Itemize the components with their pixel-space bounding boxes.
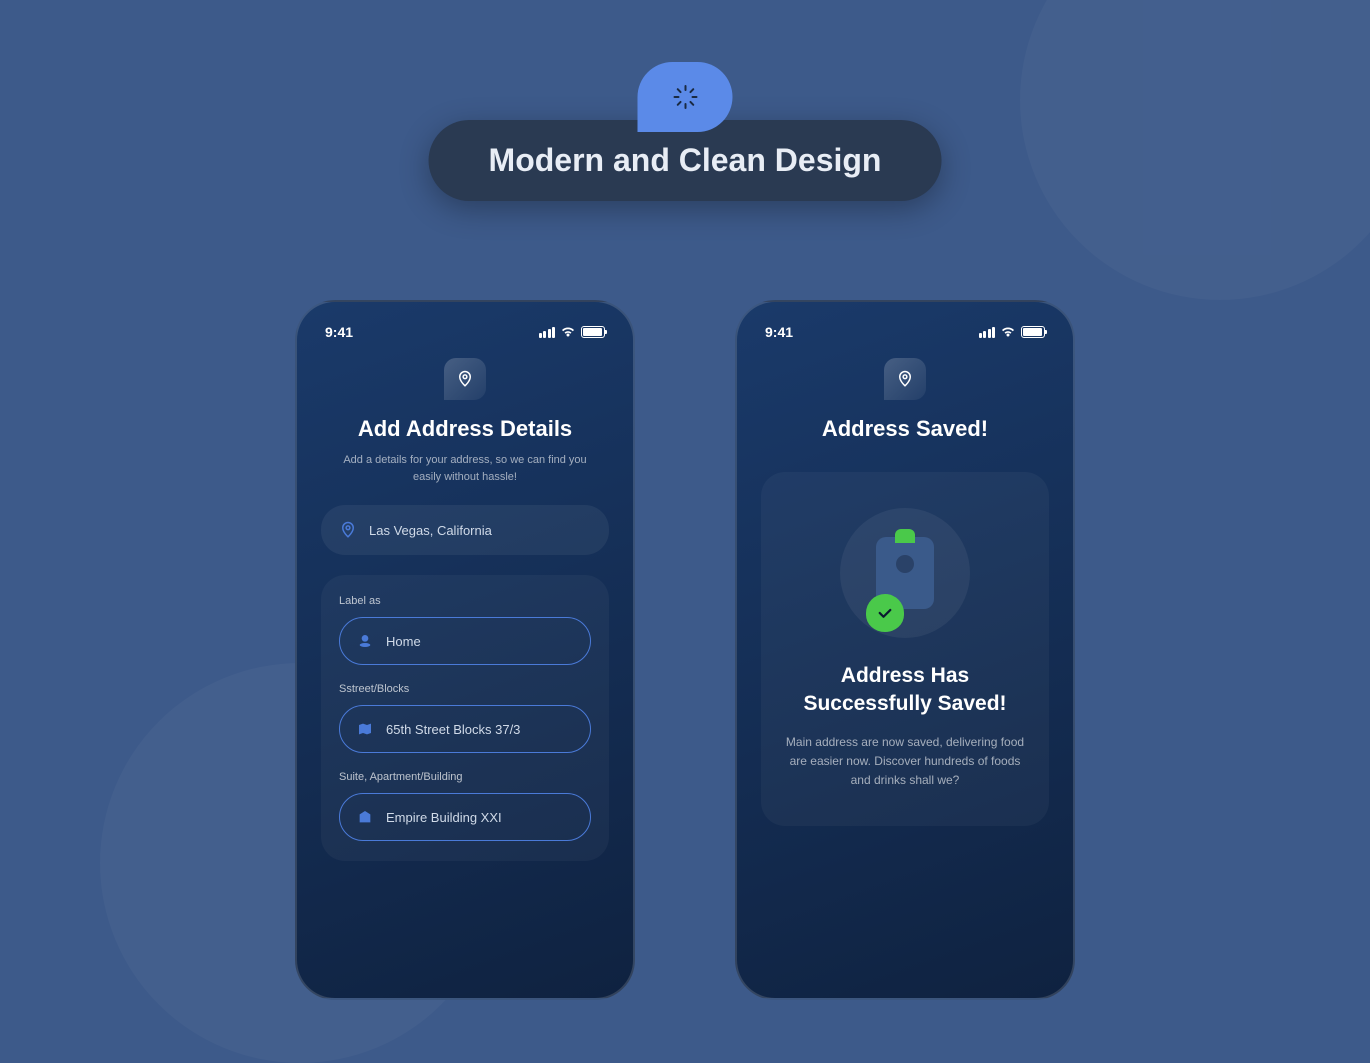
location-text: Las Vegas, California	[369, 523, 492, 538]
pin-badge-icon	[884, 358, 926, 400]
location-pill[interactable]: Las Vegas, California	[321, 505, 609, 555]
status-icons	[979, 326, 1046, 338]
suite-field-label: Suite, Apartment/Building	[339, 771, 591, 783]
wifi-icon	[1000, 326, 1016, 338]
address-form-card: Label as Home Sstreet/Blocks 65th Street…	[321, 575, 609, 861]
success-card: Address Has Successfully Saved! Main add…	[761, 472, 1049, 826]
map-icon	[356, 720, 374, 738]
header-pill: Modern and Clean Design	[429, 120, 942, 201]
phone-add-address: 9:41 Add Address Details Add a details f…	[295, 300, 635, 1000]
status-icons	[539, 326, 606, 338]
battery-icon	[1021, 326, 1045, 338]
status-time: 9:41	[765, 324, 793, 340]
success-illustration	[840, 508, 970, 638]
spinner-icon	[673, 85, 697, 109]
success-body: Main address are now saved, delivering f…	[785, 733, 1025, 791]
pin-icon	[339, 521, 357, 539]
screen-title: Address Saved!	[761, 416, 1049, 442]
suite-input[interactable]: Empire Building XXI	[339, 793, 591, 841]
loader-badge	[638, 62, 733, 132]
label-field-label: Label as	[339, 595, 591, 607]
status-bar: 9:41	[297, 324, 633, 340]
street-input[interactable]: 65th Street Blocks 37/3	[339, 705, 591, 753]
label-input[interactable]: Home	[339, 617, 591, 665]
home-icon	[356, 632, 374, 650]
wifi-icon	[560, 326, 576, 338]
battery-icon	[581, 326, 605, 338]
background-decoration	[1020, 0, 1370, 300]
header-title: Modern and Clean Design	[489, 142, 882, 179]
status-time: 9:41	[325, 324, 353, 340]
label-input-value: Home	[386, 634, 421, 649]
check-badge-icon	[866, 594, 904, 632]
street-field-label: Sstreet/Blocks	[339, 683, 591, 695]
building-icon	[356, 808, 374, 826]
street-input-value: 65th Street Blocks 37/3	[386, 722, 520, 737]
pin-badge-icon	[444, 358, 486, 400]
signal-icon	[539, 327, 556, 338]
screen-title: Add Address Details	[321, 416, 609, 442]
phone-address-saved: 9:41 Address Saved!	[735, 300, 1075, 1000]
phone-mockups: 9:41 Add Address Details Add a details f…	[295, 300, 1075, 1000]
signal-icon	[979, 327, 996, 338]
success-title: Address Has Successfully Saved!	[785, 662, 1025, 719]
status-bar: 9:41	[737, 324, 1073, 340]
suite-input-value: Empire Building XXI	[386, 810, 502, 825]
screen-subtitle: Add a details for your address, so we ca…	[321, 452, 609, 485]
